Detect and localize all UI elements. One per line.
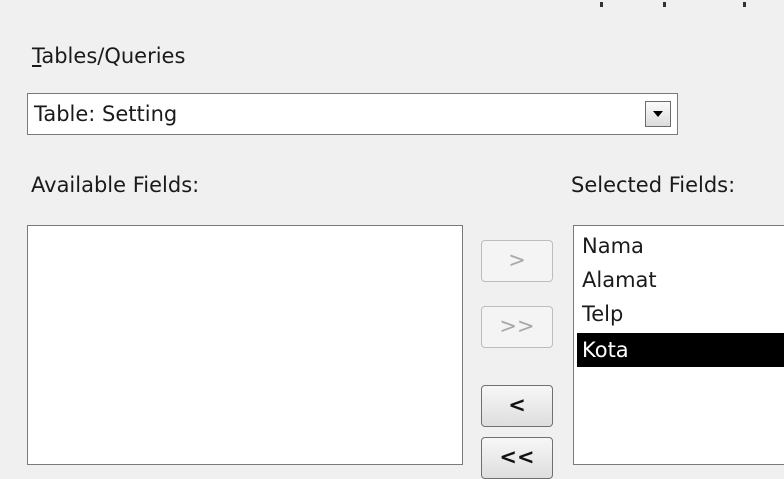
chevron-down-icon	[653, 111, 663, 117]
tables-queries-accesskey: T	[32, 44, 42, 68]
combobox-dropdown-button[interactable]	[645, 101, 671, 127]
remove-field-button[interactable]: <	[481, 385, 553, 427]
list-item[interactable]: Alamat	[577, 263, 784, 297]
tables-queries-selected-value: Table: Setting	[34, 102, 178, 126]
window-edge-marks	[0, 2, 784, 14]
selected-fields-list[interactable]: Nama Alamat Telp Kota	[573, 225, 784, 465]
available-fields-list[interactable]	[27, 225, 463, 465]
add-field-button[interactable]: >	[481, 240, 553, 282]
remove-all-fields-button[interactable]: <<	[481, 437, 553, 479]
list-item[interactable]: Nama	[577, 229, 784, 263]
tables-queries-label-text: ables/Queries	[41, 44, 186, 68]
list-item-selected[interactable]: Kota	[577, 333, 784, 367]
available-fields-label: Available Fields:	[31, 173, 200, 197]
selected-fields-label: Selected Fields:	[571, 173, 736, 197]
add-all-fields-button[interactable]: >>	[481, 306, 553, 348]
list-item[interactable]: Telp	[577, 297, 784, 331]
tables-queries-combobox[interactable]: Table: Setting	[27, 93, 678, 135]
tables-queries-label: Tables/Queries	[32, 43, 185, 69]
